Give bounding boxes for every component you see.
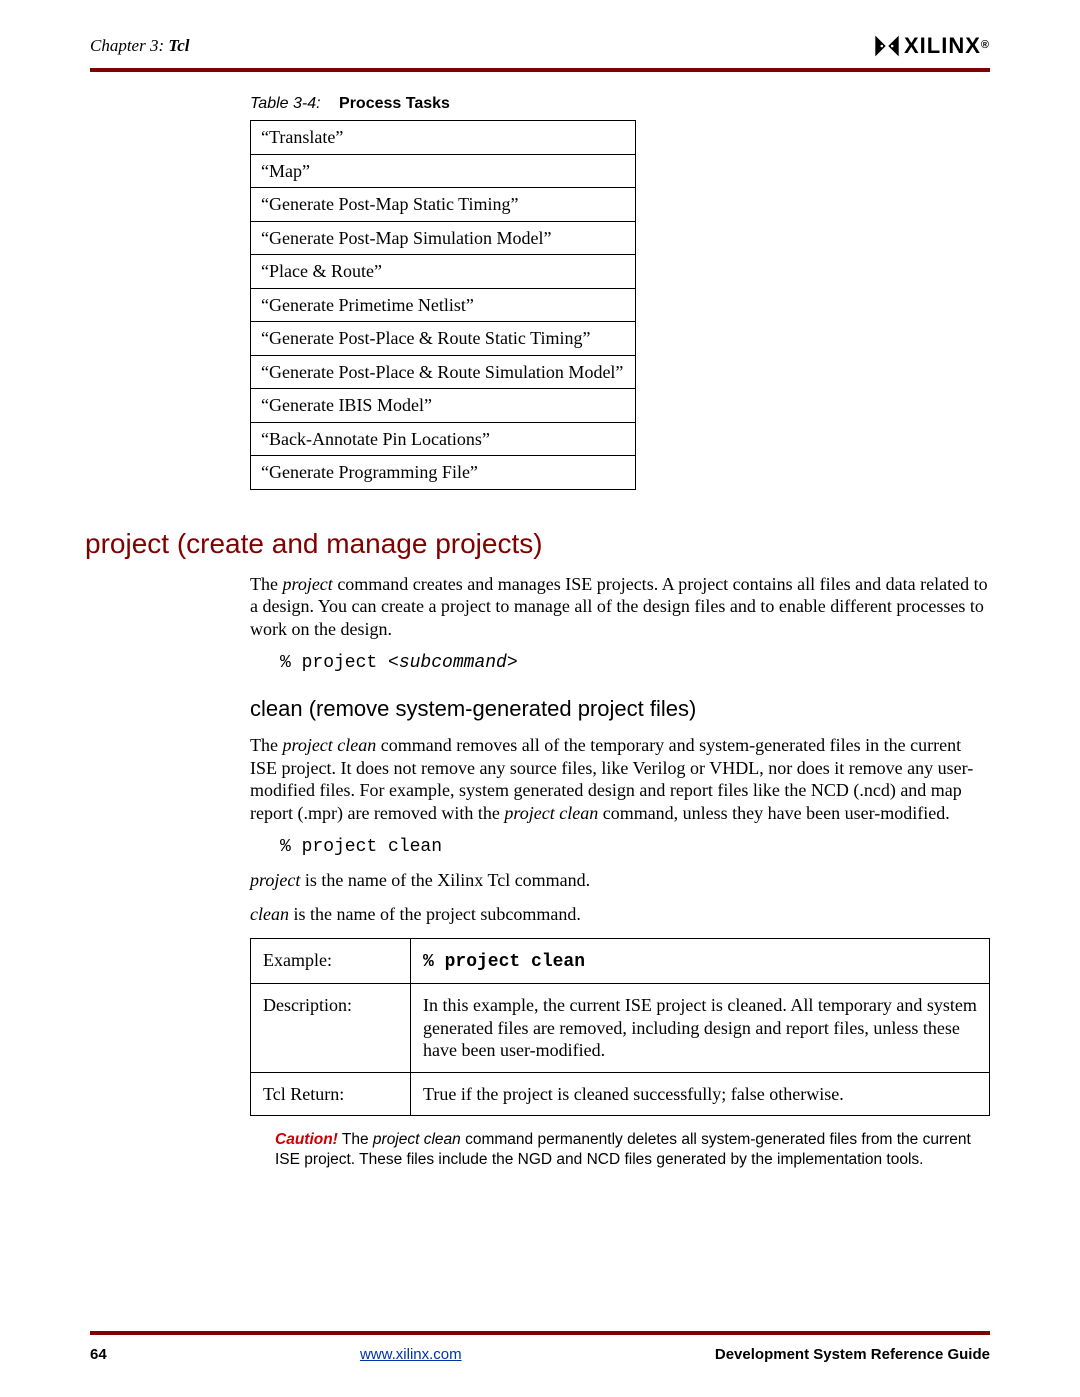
caution-label: Caution! — [275, 1131, 338, 1148]
table-caption: Table 3-4: Process Tasks — [250, 94, 990, 114]
page-header: Chapter 3: Tcl XILINX® — [90, 30, 990, 62]
process-task-row: “Generate Primetime Netlist” — [251, 288, 636, 322]
table-caption-label: Table 3-4: — [250, 95, 321, 112]
process-task-row: “Generate Post-Place & Route Static Timi… — [251, 322, 636, 356]
chapter-name: Tcl — [168, 36, 189, 55]
tcl-return-label: Tcl Return: — [251, 1072, 411, 1116]
page-footer: 64 www.xilinx.com Development System Ref… — [90, 1346, 990, 1365]
process-task-row: “Generate IBIS Model” — [251, 389, 636, 423]
description-text: In this example, the current ISE project… — [411, 984, 990, 1073]
table-row: Description: In this example, the curren… — [251, 984, 990, 1073]
content-area: Table 3-4: Process Tasks “Translate” “Ma… — [165, 94, 990, 1170]
xilinx-logo-icon — [874, 33, 900, 59]
process-task-row: “Generate Programming File” — [251, 456, 636, 490]
project-name-note: project is the name of the Xilinx Tcl co… — [250, 869, 990, 892]
subsection-heading-clean: clean (remove system-generated project f… — [250, 695, 990, 723]
caution-note: Caution! The project clean command perma… — [275, 1130, 990, 1170]
footer-link[interactable]: www.xilinx.com — [360, 1346, 462, 1365]
clean-name-note: clean is the name of the project subcomm… — [250, 903, 990, 926]
section-intro-paragraph: The project command creates and manages … — [250, 573, 990, 641]
process-task-row: “Back-Annotate Pin Locations” — [251, 422, 636, 456]
example-label: Example: — [251, 938, 411, 984]
header-rule — [90, 68, 990, 72]
process-task-row: “Generate Post-Map Simulation Model” — [251, 221, 636, 255]
example-code-cell: % project clean — [411, 938, 990, 984]
xilinx-logo: XILINX® — [874, 32, 990, 60]
clean-description-paragraph: The project clean command removes all of… — [250, 734, 990, 824]
process-task-row: “Map” — [251, 154, 636, 188]
description-label: Description: — [251, 984, 411, 1073]
process-task-row: “Place & Route” — [251, 255, 636, 289]
page-number: 64 — [90, 1346, 107, 1365]
tcl-return-text: True if the project is cleaned successfu… — [411, 1072, 990, 1116]
process-tasks-table: “Translate” “Map” “Generate Post-Map Sta… — [250, 120, 636, 490]
table-row: Tcl Return: True if the project is clean… — [251, 1072, 990, 1116]
xilinx-logo-text: XILINX — [904, 32, 981, 60]
chapter-label: Chapter 3: Tcl — [90, 35, 189, 56]
table-caption-title: Process Tasks — [339, 95, 450, 112]
footer-rule — [90, 1331, 990, 1335]
process-task-row: “Generate Post-Place & Route Simulation … — [251, 355, 636, 389]
table-row: Example: % project clean — [251, 938, 990, 984]
footer-guide-title: Development System Reference Guide — [715, 1346, 990, 1365]
command-example-table: Example: % project clean Description: In… — [250, 938, 990, 1117]
process-task-row: “Translate” — [251, 121, 636, 155]
process-task-row: “Generate Post-Map Static Timing” — [251, 188, 636, 222]
project-syntax-line: % project <subcommand> — [280, 652, 990, 675]
clean-syntax-line: % project clean — [280, 836, 990, 859]
section-heading-project: project (create and manage projects) — [85, 526, 990, 561]
chapter-prefix: Chapter 3: — [90, 36, 164, 55]
registered-mark: ® — [981, 39, 990, 53]
